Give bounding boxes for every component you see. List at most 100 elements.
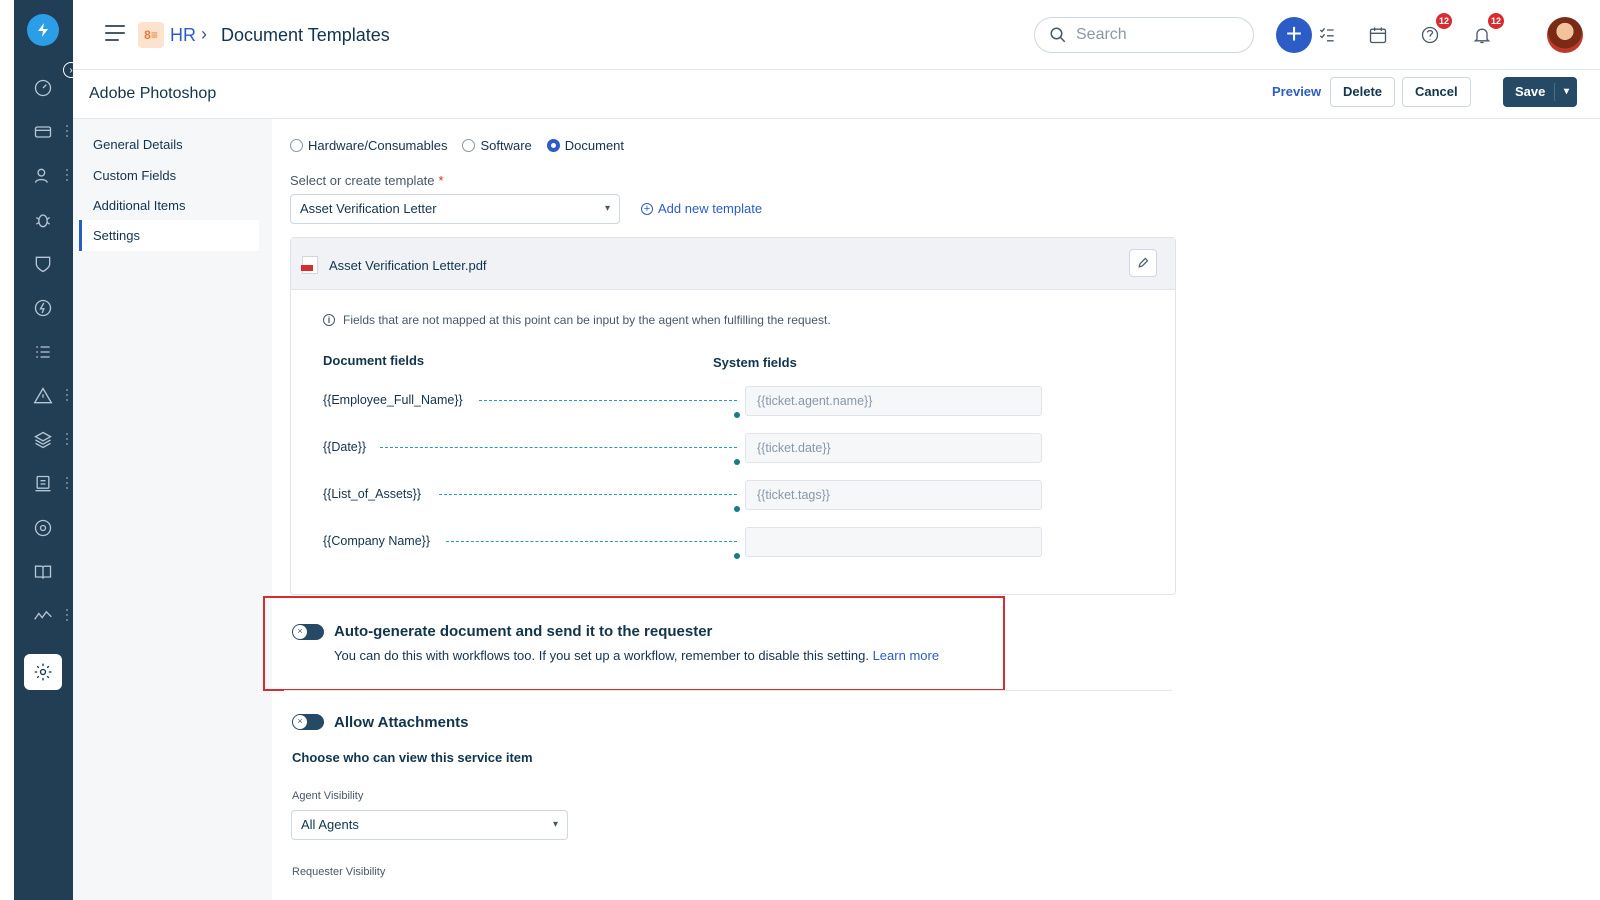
analytics-more-icon[interactable] <box>66 609 69 623</box>
document-mapping-card: Asset Verification Letter.pdf i Fields t… <box>290 237 1176 595</box>
plus-circle-icon: + <box>641 202 653 215</box>
system-field-input[interactable] <box>745 527 1042 557</box>
mapping-info-note: i Fields that are not mapped at this poi… <box>323 313 831 327</box>
allow-attachments-title: Allow Attachments <box>334 714 469 731</box>
mapping-connector <box>439 494 740 512</box>
quick-create-plus-button[interactable]: + <box>1276 17 1312 53</box>
template-select[interactable]: Asset Verification Letter ▾ <box>290 194 620 224</box>
agent-visibility-select[interactable]: All Agents ▾ <box>291 810 568 840</box>
analytics-icon[interactable] <box>31 604 55 628</box>
requester-visibility-label: Requester Visibility <box>292 866 386 878</box>
auto-generate-title: Auto-generate document and send it to th… <box>334 623 713 640</box>
assets-layers-icon[interactable] <box>31 428 55 452</box>
radio-software[interactable]: Software <box>462 138 532 153</box>
tickets-icon[interactable] <box>31 120 55 144</box>
document-file-name: Asset Verification Letter.pdf <box>329 258 487 273</box>
item-type-radio-group: Hardware/Consumables Software Document <box>290 138 639 153</box>
system-field-input[interactable]: {{ticket.agent.name}} <box>745 386 1042 416</box>
nav-custom-fields[interactable]: Custom Fields <box>79 160 259 191</box>
learn-more-link[interactable]: Learn more <box>873 648 939 663</box>
search-input[interactable] <box>1076 26 1236 44</box>
global-search[interactable] <box>1034 17 1254 53</box>
auto-generate-highlight-box <box>263 596 1005 691</box>
auto-generate-description: You can do this with workflows too. If y… <box>334 648 940 663</box>
cancel-button[interactable]: Cancel <box>1402 77 1471 107</box>
system-field-input[interactable]: {{ticket.date}} <box>745 433 1042 463</box>
breadcrumb-hr-link[interactable]: HR <box>170 25 196 46</box>
releases-icon[interactable] <box>31 296 55 320</box>
problems-bug-icon[interactable] <box>31 208 55 232</box>
toggle-off-x-icon: × <box>293 625 307 639</box>
left-rail <box>14 0 73 900</box>
admin-gear-icon[interactable] <box>24 654 62 690</box>
breadcrumb-separator-icon: › <box>201 24 207 44</box>
allow-attachments-toggle[interactable]: × <box>292 714 324 730</box>
section-divider <box>284 690 1172 691</box>
agent-visibility-value: All Agents <box>301 817 359 832</box>
toggle-off-x-icon: × <box>293 715 307 729</box>
document-field: {{Date}} <box>323 440 367 454</box>
mapping-row: {{List_of_Assets}} {{ticket.tags}} <box>323 480 1042 512</box>
changes-shield-icon[interactable] <box>31 252 55 276</box>
menu-hamburger-icon[interactable] <box>105 25 125 43</box>
delete-button[interactable]: Delete <box>1330 77 1396 107</box>
mapping-row: {{Company Name}} <box>323 527 1042 559</box>
template-select-value: Asset Verification Letter <box>300 201 437 216</box>
solutions-book-icon[interactable] <box>31 560 55 584</box>
document-field: {{Employee_Full_Name}} <box>323 393 463 407</box>
template-select-label: Select or create template * <box>290 173 444 188</box>
system-fields-header: System fields <box>713 355 797 370</box>
notifications-bell-icon[interactable]: 12 <box>1468 13 1504 49</box>
tickets-more-icon[interactable] <box>66 125 69 139</box>
save-dropdown-chevron-icon[interactable]: ▾ <box>1564 77 1569 107</box>
radio-hardware-consumables[interactable]: Hardware/Consumables <box>290 138 447 153</box>
settings-sidenav: General Details Custom Fields Additional… <box>73 119 272 900</box>
save-button-label: Save <box>1515 84 1546 99</box>
mapping-row: {{Employee_Full_Name}} {{ticket.agent.na… <box>323 386 1042 418</box>
top-header: 8≡ HR › Document Templates + 12 12 <box>73 0 1600 70</box>
pencil-icon <box>1138 257 1149 268</box>
nav-settings[interactable]: Settings <box>79 220 259 251</box>
purchase-orders-icon[interactable] <box>31 472 55 496</box>
mapping-row: {{Date}} {{ticket.date}} <box>323 433 1042 465</box>
tasks-list-icon[interactable] <box>31 340 55 364</box>
system-field-input[interactable]: {{ticket.tags}} <box>745 480 1042 510</box>
service-item-title: Adobe Photoshop <box>89 85 217 102</box>
search-icon <box>1050 27 1066 43</box>
item-header: Adobe Photoshop Preview Delete Cancel Sa… <box>73 70 1600 119</box>
contacts-more-icon[interactable] <box>66 169 69 183</box>
mapping-connector <box>380 447 740 465</box>
help-icon[interactable]: 12 <box>1416 13 1452 49</box>
add-new-template-link[interactable]: + Add new template <box>641 201 762 216</box>
mapping-connector <box>479 400 740 418</box>
todo-list-icon[interactable] <box>1313 21 1341 49</box>
settings-main: Hardware/Consumables Software Document S… <box>272 119 1600 900</box>
projects-icon[interactable] <box>31 516 55 540</box>
nav-general-details[interactable]: General Details <box>79 129 259 160</box>
chevron-down-icon: ▾ <box>604 203 610 214</box>
purchase-more-icon[interactable] <box>66 477 69 491</box>
pdf-file-icon <box>301 256 318 274</box>
edit-document-button[interactable] <box>1129 249 1157 277</box>
dashboard-icon[interactable] <box>31 76 55 100</box>
assets-more-icon[interactable] <box>66 433 69 447</box>
alerts-icon[interactable] <box>31 384 55 408</box>
user-avatar[interactable] <box>1547 17 1583 53</box>
notifications-badge: 12 <box>1487 13 1504 29</box>
save-split-divider <box>1554 83 1555 101</box>
auto-generate-toggle[interactable]: × <box>292 624 324 640</box>
preview-button[interactable]: Preview <box>1272 84 1321 99</box>
visibility-question: Choose who can view this service item <box>292 750 533 765</box>
calendar-icon[interactable] <box>1364 21 1392 49</box>
mapping-connector <box>446 541 740 559</box>
document-field: {{List_of_Assets}} <box>323 487 421 501</box>
contacts-icon[interactable] <box>31 164 55 188</box>
document-fields-header: Document fields <box>323 353 425 368</box>
nav-additional-items[interactable]: Additional Items <box>79 190 259 221</box>
radio-document[interactable]: Document <box>546 138 624 153</box>
save-button[interactable]: Save ▾ <box>1503 77 1577 107</box>
alerts-more-icon[interactable] <box>66 389 69 403</box>
freshservice-logo-icon[interactable] <box>27 14 59 46</box>
document-field: {{Company Name}} <box>323 534 431 548</box>
hr-workspace-icon: 8≡ <box>138 22 164 48</box>
